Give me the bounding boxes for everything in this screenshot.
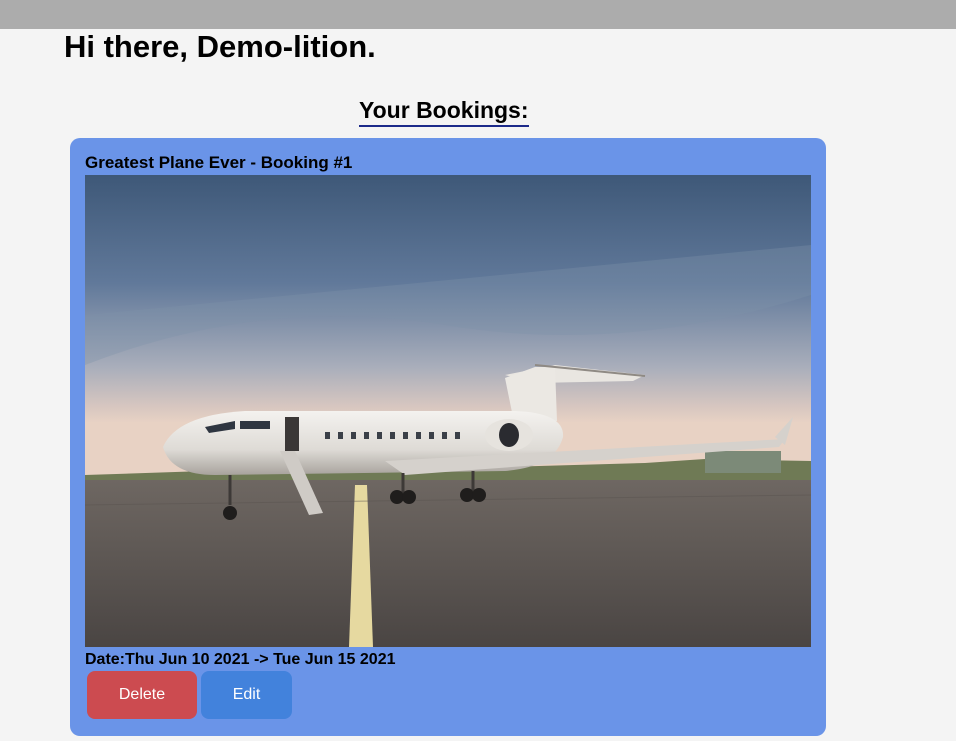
booking-card: Greatest Plane Ever - Booking #1 Date:Th… <box>70 138 826 736</box>
greeting-heading: Hi there, Demo-lition. <box>64 29 376 64</box>
booking-title: Greatest Plane Ever - Booking #1 <box>85 153 353 172</box>
edit-button[interactable]: Edit <box>201 671 292 719</box>
airplane-photo <box>85 175 811 647</box>
booking-dates: Date:Thu Jun 10 2021 -> Tue Jun 15 2021 <box>85 651 396 668</box>
delete-button[interactable]: Delete <box>87 671 197 719</box>
bookings-heading: Your Bookings: <box>359 96 529 127</box>
top-bar <box>0 0 956 29</box>
